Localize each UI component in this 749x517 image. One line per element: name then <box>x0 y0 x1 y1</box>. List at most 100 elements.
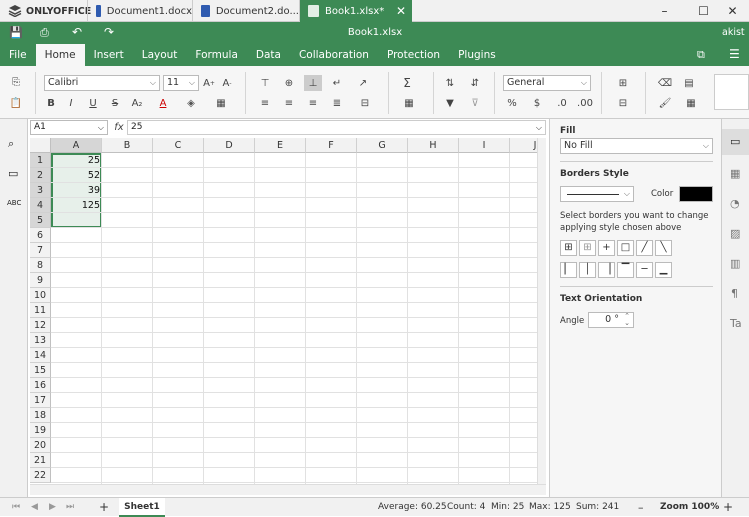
column-header[interactable]: E <box>255 138 306 153</box>
font-color-icon[interactable]: A <box>154 95 172 111</box>
column-header[interactable]: D <box>204 138 255 153</box>
wrap-text-icon[interactable]: ↵ <box>328 75 346 91</box>
decrease-font-icon[interactable]: A- <box>218 75 236 91</box>
row-header[interactable]: 16 <box>30 378 51 393</box>
border-right-icon[interactable]: ▕ <box>598 262 615 278</box>
paragraph-settings-icon[interactable]: ¶ <box>731 287 738 300</box>
menu-layout[interactable]: Layout <box>133 44 187 66</box>
hamburger-menu-icon[interactable]: ☰ <box>729 47 740 61</box>
row-header[interactable]: 3 <box>30 183 51 198</box>
align-center-icon[interactable]: ≡ <box>280 95 298 111</box>
clear-icon[interactable]: ⌫ <box>656 75 674 91</box>
prev-sheet-icon[interactable]: ◀ <box>31 498 38 517</box>
border-color-swatch[interactable] <box>679 186 713 202</box>
menu-insert[interactable]: Insert <box>85 44 133 66</box>
row-header[interactable]: 6 <box>30 228 51 243</box>
sheet-tab-sheet1[interactable]: Sheet1 <box>119 498 165 517</box>
sort-ascending-icon[interactable]: ⇅ <box>441 75 459 91</box>
table-settings-icon[interactable]: ▦ <box>730 167 740 180</box>
border-bottom-icon[interactable]: ▁ <box>655 262 672 278</box>
insert-cells-icon[interactable]: ⊞ <box>614 75 632 91</box>
row-header[interactable]: 21 <box>30 453 51 468</box>
minimize-button[interactable]: – <box>648 0 681 22</box>
align-top-icon[interactable]: ⊤ <box>256 75 274 91</box>
tab-document1[interactable]: Document1.docx <box>87 0 193 22</box>
copy-style-icon[interactable]: 🖌 <box>656 95 674 111</box>
row-header[interactable]: 20 <box>30 438 51 453</box>
close-window-button[interactable]: ✕ <box>716 0 749 22</box>
menu-data[interactable]: Data <box>247 44 290 66</box>
percent-icon[interactable]: % <box>503 95 521 111</box>
row-header[interactable]: 5 <box>30 213 51 228</box>
tab-document2[interactable]: Document2.do... <box>193 0 300 22</box>
border-inner-icon[interactable]: + <box>598 240 615 256</box>
shape-settings-icon[interactable]: ◔ <box>730 197 740 210</box>
strikethrough-icon[interactable]: S <box>106 95 124 111</box>
text-art-icon[interactable]: Ta <box>730 317 742 330</box>
image-settings-icon[interactable]: ▨ <box>730 227 740 240</box>
menu-formula[interactable]: Formula <box>186 44 246 66</box>
currency-icon[interactable]: $ <box>528 95 546 111</box>
next-sheet-icon[interactable]: ▶ <box>49 498 56 517</box>
border-inner-vertical-icon[interactable]: │ <box>579 262 596 278</box>
row-header[interactable]: 8 <box>30 258 51 273</box>
zoom-level[interactable]: Zoom 100% <box>660 498 719 517</box>
close-tab-icon[interactable]: ✕ <box>396 4 406 18</box>
row-header[interactable]: 22 <box>30 468 51 483</box>
column-header[interactable]: B <box>102 138 153 153</box>
row-header[interactable]: 2 <box>30 168 51 183</box>
filter-icon[interactable]: ▼ <box>441 95 459 111</box>
increase-font-icon[interactable]: A + <box>200 75 218 91</box>
tab-book1[interactable]: Book1.xlsx* ✕ <box>300 0 412 22</box>
row-header[interactable]: 18 <box>30 408 51 423</box>
autosum-icon[interactable]: Σ <box>398 75 416 91</box>
zoom-out-button[interactable]: – <box>638 498 644 517</box>
open-location-icon[interactable]: ⧉ <box>697 48 705 62</box>
border-inner-horizontal-icon[interactable]: ─ <box>636 262 653 278</box>
bold-icon[interactable]: B <box>42 95 60 111</box>
cell-a1[interactable]: 25 <box>51 153 102 168</box>
cell-a4[interactable]: 125 <box>51 198 102 213</box>
column-header[interactable]: F <box>306 138 357 153</box>
italic-icon[interactable]: I <box>62 95 80 111</box>
name-box[interactable]: A1 ⌵ <box>30 120 108 135</box>
underline-icon[interactable]: U <box>84 95 102 111</box>
row-header[interactable]: 14 <box>30 348 51 363</box>
border-line-select[interactable]: ⌵ <box>560 186 634 202</box>
cell-a3[interactable]: 39 <box>51 183 102 198</box>
row-header[interactable]: 13 <box>30 333 51 348</box>
align-bottom-icon[interactable]: ⊥ <box>304 75 322 91</box>
vertical-scrollbar[interactable] <box>537 138 546 484</box>
font-size-select[interactable]: 11 ⌵ <box>163 75 199 91</box>
conditional-format-icon[interactable]: ▤ <box>680 75 698 91</box>
row-header[interactable]: 12 <box>30 318 51 333</box>
row-header[interactable]: 9 <box>30 273 51 288</box>
row-header[interactable]: 7 <box>30 243 51 258</box>
subscript-icon[interactable]: A₂ <box>128 95 146 111</box>
copy-icon[interactable]: ⎘ <box>7 74 25 90</box>
menu-file[interactable]: File <box>0 44 36 66</box>
column-header[interactable]: J <box>510 138 537 153</box>
column-header[interactable]: H <box>408 138 459 153</box>
borders-icon[interactable]: ▦ <box>212 95 230 111</box>
delete-cells-icon[interactable]: ⊟ <box>614 95 632 111</box>
menu-protection[interactable]: Protection <box>378 44 449 66</box>
row-header[interactable]: 17 <box>30 393 51 408</box>
border-outer-icon[interactable]: □ <box>617 240 634 256</box>
spellcheck-icon[interactable]: ABC <box>7 199 21 207</box>
sort-descending-icon[interactable]: ⇵ <box>466 75 484 91</box>
merge-cells-icon[interactable]: ⊟ <box>356 95 374 111</box>
add-sheet-button[interactable]: + <box>99 498 109 517</box>
column-header[interactable]: A <box>51 138 102 153</box>
justify-icon[interactable]: ≣ <box>328 95 346 111</box>
undo-icon[interactable]: ↶ <box>72 25 82 39</box>
formula-input[interactable]: 25 ⌵ <box>127 120 546 135</box>
border-none-icon[interactable]: ⊞ <box>579 240 596 256</box>
chart-settings-icon[interactable]: ▥ <box>730 257 740 270</box>
cell-settings-icon[interactable]: ▭ <box>730 135 740 148</box>
column-header[interactable]: C <box>153 138 204 153</box>
clear-filter-icon[interactable]: ⊽ <box>466 95 484 111</box>
row-header[interactable]: 1 <box>30 153 51 168</box>
border-diagonal-up-icon[interactable]: ╱ <box>636 240 653 256</box>
angle-input[interactable]: 0 ° ⌃ ⌄ <box>588 312 634 328</box>
